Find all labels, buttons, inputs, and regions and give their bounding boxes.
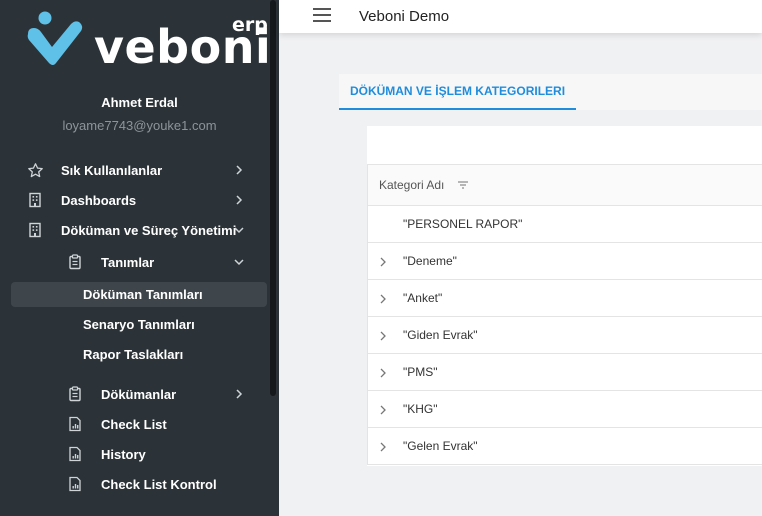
category-name-cell: "PERSONEL RAPOR": [403, 217, 523, 231]
table-row[interactable]: "Giden Evrak": [367, 317, 762, 354]
chevron-right-icon[interactable]: [378, 255, 390, 267]
sidebar-item-label: Rapor Taslakları: [83, 346, 184, 362]
building-icon: [26, 221, 44, 239]
report-icon: [66, 475, 84, 493]
sidebar-item-label: Tanımlar: [101, 254, 155, 270]
sidebar-item-dashboards[interactable]: Dashboards: [0, 186, 266, 214]
chevron-right-icon[interactable]: [378, 440, 390, 452]
table-row[interactable]: "Deneme": [367, 243, 762, 280]
chevron-right-icon: [234, 195, 244, 205]
table-row[interactable]: "Anket": [367, 280, 762, 317]
table-row[interactable]: "PMS": [367, 354, 762, 391]
chevron-right-icon[interactable]: [378, 329, 390, 341]
user-name: Ahmet Erdal: [101, 95, 178, 110]
chevron-right-icon[interactable]: [378, 366, 390, 378]
sidebar-item-label: Check List: [101, 416, 167, 432]
star-icon: [26, 161, 44, 179]
sidebar-item-label: Senaryo Tanımları: [83, 316, 195, 332]
veboni-logo[interactable]: veboni erp: [26, 10, 271, 70]
user-email: loyame7743@youke1.com: [62, 118, 217, 133]
chevron-down-icon: [234, 225, 244, 235]
category-table-panel: Kategori Adı "PERSONEL RAPOR" "Deneme" "…: [367, 126, 762, 466]
hamburger-icon[interactable]: [313, 8, 333, 24]
table-header: Kategori Adı: [367, 164, 762, 206]
category-name-cell: "Deneme": [403, 254, 457, 268]
report-icon: [66, 445, 84, 463]
sidebar-item-document-definitions[interactable]: Döküman Tanımları: [11, 282, 267, 307]
app-title: Veboni Demo: [359, 8, 450, 25]
sidebar-item-favorites[interactable]: Sık Kullanılanlar: [0, 156, 266, 184]
category-name-cell: "Anket": [403, 291, 443, 305]
sidebar-item-definitions[interactable]: Tanımlar: [0, 248, 266, 276]
category-name-cell: "Gelen Evrak": [403, 439, 478, 453]
clipboard-icon: [66, 253, 84, 271]
building-icon: [26, 191, 44, 209]
sidebar-item-check-list[interactable]: Check List: [0, 410, 266, 438]
clipboard-icon: [66, 385, 84, 403]
category-name-cell: "KHG": [403, 402, 438, 416]
chevron-down-icon: [234, 257, 244, 267]
tab-document-categories[interactable]: DÖKÜMAN VE İŞLEM KATEGORILERI: [339, 74, 576, 110]
sidebar-item-document-process-management[interactable]: Döküman ve Süreç Yönetimi: [0, 216, 266, 244]
sidebar-item-label: Check List Kontrol: [101, 476, 217, 492]
table-row[interactable]: "KHG": [367, 391, 762, 428]
chevron-right-icon[interactable]: [378, 292, 390, 304]
category-name-cell: "Giden Evrak": [403, 328, 478, 342]
sidebar-item-check-list-control[interactable]: Check List Kontrol: [0, 470, 266, 498]
logo-erp-suffix: erp: [232, 14, 268, 36]
sidebar-item-label: Sık Kullanılanlar: [61, 162, 163, 178]
sidebar-item-history[interactable]: History: [0, 440, 266, 468]
table-row[interactable]: "Gelen Evrak": [367, 428, 762, 465]
sidebar-item-documents[interactable]: Dökümanlar: [0, 380, 266, 408]
filter-icon[interactable]: [456, 178, 470, 192]
top-bar: Veboni Demo: [279, 0, 762, 33]
chevron-right-icon[interactable]: [378, 403, 390, 415]
report-icon: [66, 415, 84, 433]
tab-bar: DÖKÜMAN VE İŞLEM KATEGORILERI: [339, 74, 762, 110]
sidebar-scrollbar[interactable]: [270, 0, 276, 396]
table-row[interactable]: "PERSONEL RAPOR": [367, 206, 762, 243]
sidebar: veboni erp Ahmet Erdal loyame7743@youke1…: [0, 0, 279, 516]
sidebar-item-label: Döküman Tanımları: [83, 287, 203, 302]
category-name-cell: "PMS": [403, 365, 438, 379]
chevron-right-icon: [234, 389, 244, 399]
chevron-right-icon: [234, 165, 244, 175]
column-header-category-name[interactable]: Kategori Adı: [379, 178, 444, 192]
sidebar-item-label: Dashboards: [61, 192, 137, 208]
veboni-logo-mark: [27, 11, 83, 65]
sidebar-item-label: Döküman ve Süreç Yönetimi: [61, 222, 237, 238]
sidebar-item-label: History: [101, 446, 146, 462]
sidebar-item-scenario-definitions[interactable]: Senaryo Tanımları: [0, 310, 266, 338]
sidebar-item-label: Dökümanlar: [101, 386, 177, 402]
sidebar-item-report-drafts[interactable]: Rapor Taslakları: [0, 340, 266, 368]
